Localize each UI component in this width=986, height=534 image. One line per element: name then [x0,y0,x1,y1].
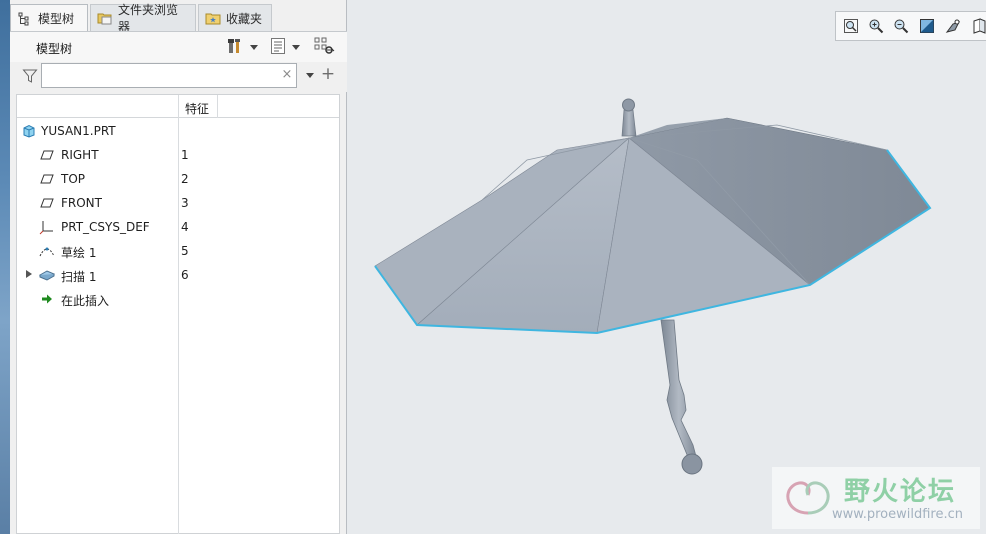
favorites-icon [205,10,221,26]
tree-columns-icon [314,37,336,58]
datum-plane-icon [39,171,55,187]
tree-row-label: FRONT [61,196,102,210]
tree-header: 模型树 [10,32,347,62]
list-settings-icon [270,37,286,58]
model-tree-icon [17,11,33,27]
expand-arrow-icon[interactable] [26,270,32,278]
search-input[interactable] [41,63,297,88]
chevron-down-icon [292,44,300,50]
tree-row-csys[interactable]: PRT_CSYS_DEF 4 [17,215,339,239]
tree-row-label: YUSAN1.PRT [41,124,116,138]
coordinate-system-icon [39,219,55,235]
watermark-logo-icon [786,481,830,515]
watermark-title: 野火论坛 [844,477,957,507]
feature-number: 4 [181,220,189,234]
insert-here-arrow-icon [39,291,55,307]
feature-number: 5 [181,244,189,258]
column-header-feature[interactable]: 特征 [185,100,209,117]
model-tree-table: 特征 YUSAN1.PRT RIGHT 1 TOP 2 FRONT 3 PRT_… [16,94,340,534]
watermark: 野火论坛 www.proewildfire.cn [772,467,980,529]
umbrella-model[interactable] [347,0,986,534]
show-menu-button[interactable] [270,37,300,57]
tree-row-label: 扫描 1 [61,270,97,284]
tree-row-label: 草绘 1 [61,246,97,260]
tree-row-label: TOP [61,172,86,186]
sweep-icon [39,267,55,283]
watermark-url: www.proewildfire.cn [832,507,963,522]
tree-row-insert-here[interactable]: 在此插入 [17,287,339,311]
chevron-down-icon [250,44,258,50]
tree-row-sweep[interactable]: 扫描 1 6 [17,263,339,287]
feature-number: 2 [181,172,189,186]
navigator-panel: 模型树 文件夹浏览器 收藏夹 模型树 × + 特征 YUSAN1.PRT RIG… [10,0,347,534]
tree-title: 模型树 [36,42,73,56]
column-divider[interactable] [217,95,218,118]
tab-label: 模型树 [38,12,75,26]
tab-model-tree[interactable]: 模型树 [10,4,88,32]
datum-plane-icon [39,147,55,163]
filter-icon[interactable] [22,68,38,84]
tree-row-sketch[interactable]: 草绘 1 5 [17,239,339,263]
chevron-down-icon[interactable] [306,73,314,78]
tree-row-top[interactable]: TOP 2 [17,167,339,191]
sketch-icon [39,243,55,259]
add-icon[interactable]: + [320,65,336,83]
feature-number: 1 [181,148,189,162]
search-row: × + [10,62,347,92]
part-icon [21,123,37,139]
tree-row-front[interactable]: FRONT 3 [17,191,339,215]
navigator-tabs: 模型树 文件夹浏览器 收藏夹 [10,3,347,34]
tree-row-label: 在此插入 [61,294,110,308]
clear-search-icon[interactable]: × [280,67,294,83]
tree-filter-toggle-button[interactable] [314,37,336,57]
tab-folder-browser[interactable]: 文件夹浏览器 [90,3,196,34]
tree-row-part[interactable]: YUSAN1.PRT [17,119,339,143]
tab-label: 文件夹浏览器 [118,3,179,34]
graphics-viewport[interactable]: 野火论坛 www.proewildfire.cn [347,0,986,534]
feature-number: 6 [181,268,189,282]
tab-label: 收藏夹 [226,11,263,26]
desktop-edge [0,0,10,534]
datum-plane-icon [39,195,55,211]
settings-menu-button[interactable] [226,37,258,57]
folder-browser-icon [97,10,113,26]
feature-number: 3 [181,196,189,210]
tab-favorites[interactable]: 收藏夹 [198,4,272,31]
tree-row-right[interactable]: RIGHT 1 [17,143,339,167]
tree-row-label: PRT_CSYS_DEF [61,220,150,234]
tools-icon [226,37,244,58]
tree-row-label: RIGHT [61,148,99,162]
